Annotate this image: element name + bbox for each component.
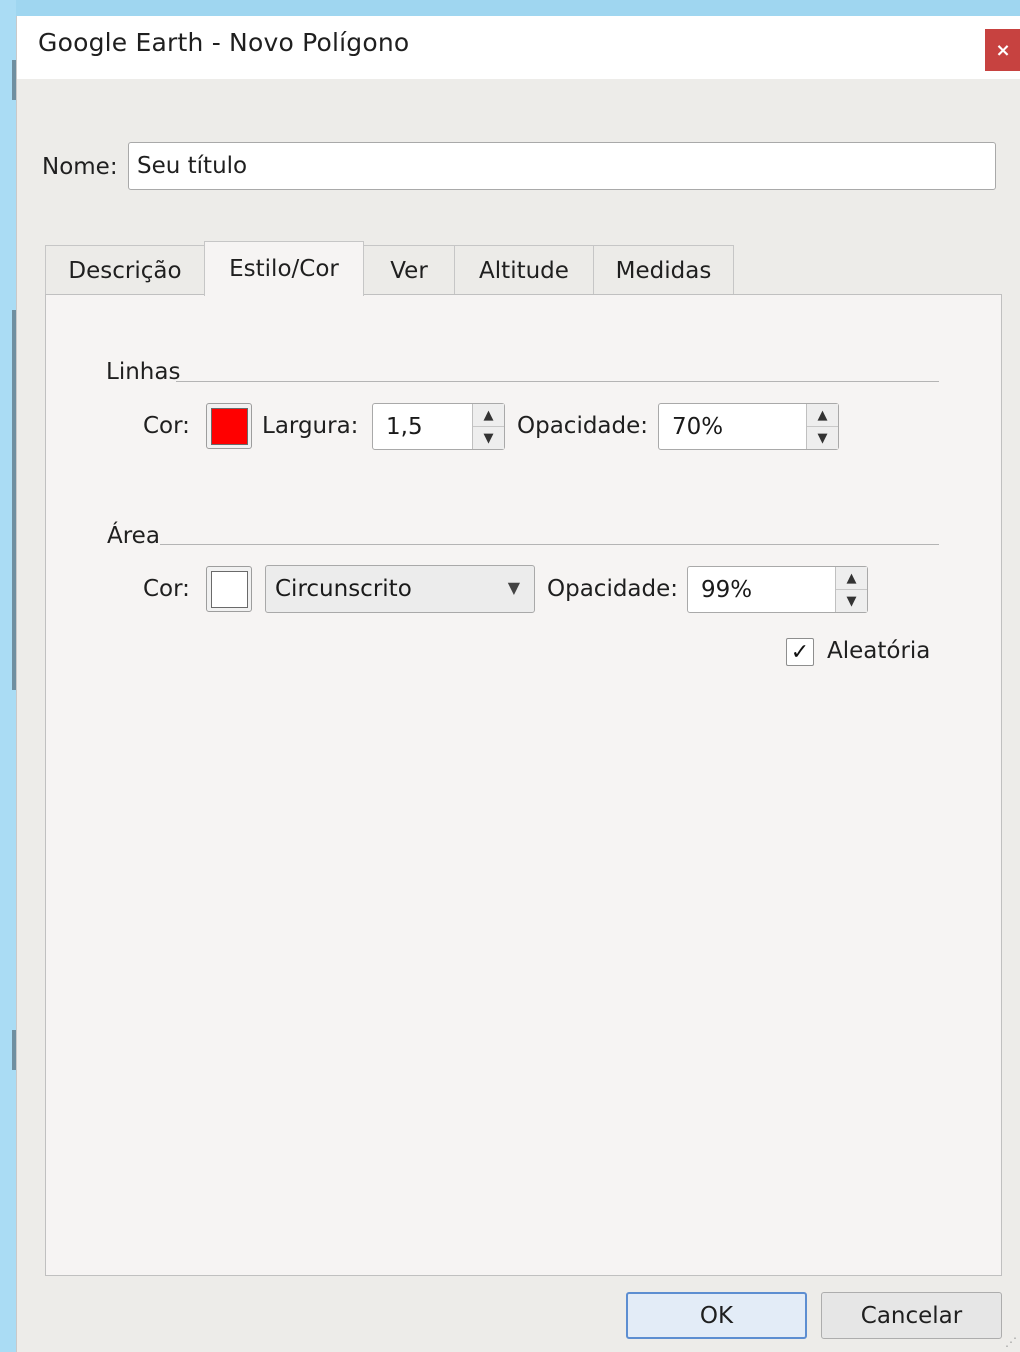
area-fill-mode-select[interactable]: Circunscrito ▼	[265, 565, 535, 613]
lines-color-button[interactable]	[206, 403, 252, 449]
lines-width-label: Largura:	[262, 413, 359, 439]
area-opacity-spinbox[interactable]: 99% ▲ ▼	[687, 566, 868, 613]
name-label: Nome:	[42, 154, 118, 180]
spin-up-icon[interactable]: ▲	[807, 404, 838, 427]
area-opacity-value: 99%	[701, 576, 753, 603]
area-group-divider	[160, 544, 939, 545]
cancel-button-label: Cancelar	[860, 1302, 963, 1329]
area-opacity-label: Opacidade:	[547, 576, 679, 602]
area-color-label: Cor:	[143, 576, 190, 602]
window-title: Google Earth - Novo Polígono	[38, 28, 410, 57]
close-button[interactable]: ×	[985, 29, 1020, 71]
random-label: Aleatória	[827, 638, 931, 664]
lines-width-spinbox[interactable]: 1,5 ▲ ▼	[372, 403, 505, 450]
lines-color-label: Cor:	[143, 413, 190, 439]
lines-opacity-arrows: ▲ ▼	[806, 404, 838, 449]
title-bar: Google Earth - Novo Polígono ×	[17, 16, 1020, 79]
tab-label: Altitude	[479, 257, 569, 284]
name-input-value: Seu título	[137, 153, 248, 179]
spin-down-icon[interactable]: ▼	[836, 590, 867, 612]
tab-estilo-cor[interactable]: Estilo/Cor	[204, 241, 364, 296]
chevron-down-icon: ▼	[507, 578, 520, 597]
lines-group-divider	[176, 381, 939, 382]
spin-down-icon[interactable]: ▼	[807, 427, 838, 449]
tab-ver[interactable]: Ver	[363, 245, 455, 295]
cancel-button[interactable]: Cancelar	[821, 1292, 1002, 1339]
lines-color-swatch	[210, 407, 248, 445]
tab-altitude[interactable]: Altitude	[454, 245, 594, 295]
desktop-background-strip	[0, 0, 16, 1352]
tab-descricao[interactable]: Descrição	[45, 245, 205, 295]
spin-up-icon[interactable]: ▲	[473, 404, 504, 427]
lines-width-value: 1,5	[386, 413, 423, 440]
area-fill-mode-value: Circunscrito	[275, 576, 412, 602]
ok-button[interactable]: OK	[626, 1292, 807, 1339]
tab-medidas[interactable]: Medidas	[593, 245, 734, 295]
area-group-title: Área	[107, 523, 160, 549]
tab-label: Ver	[390, 257, 428, 284]
area-color-swatch	[210, 570, 248, 608]
spin-up-icon[interactable]: ▲	[836, 567, 867, 590]
tab-label: Medidas	[615, 257, 712, 284]
check-icon: ✓	[790, 639, 810, 665]
ok-button-label: OK	[699, 1302, 734, 1329]
area-opacity-arrows: ▲ ▼	[835, 567, 867, 612]
style-color-panel: Linhas Cor: Largura: 1,5 ▲ ▼ Opacidade: …	[45, 294, 1002, 1276]
tab-label: Estilo/Cor	[229, 256, 339, 282]
lines-opacity-spinbox[interactable]: 70% ▲ ▼	[658, 403, 839, 450]
tab-label: Descrição	[68, 257, 182, 284]
random-checkbox[interactable]: ✓	[786, 638, 814, 666]
resize-grip-icon[interactable]: ⋰	[1005, 1335, 1017, 1349]
name-input[interactable]: Seu título	[128, 142, 996, 190]
spin-down-icon[interactable]: ▼	[473, 427, 504, 449]
polygon-dialog: Google Earth - Novo Polígono × Nome: Seu…	[16, 16, 1020, 1352]
lines-opacity-label: Opacidade:	[517, 413, 649, 439]
lines-width-arrows: ▲ ▼	[472, 404, 504, 449]
area-color-button[interactable]	[206, 566, 252, 612]
close-icon: ×	[995, 39, 1011, 61]
lines-opacity-value: 70%	[672, 413, 724, 440]
lines-group-title: Linhas	[106, 359, 181, 385]
